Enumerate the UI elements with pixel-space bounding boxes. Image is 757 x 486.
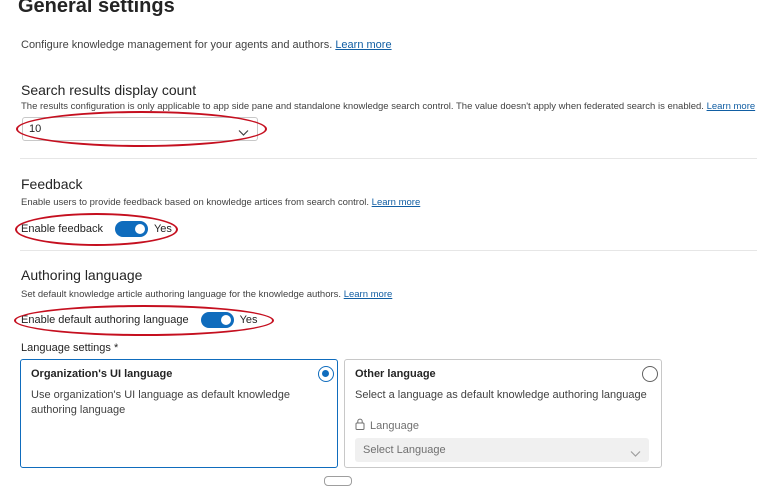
display-count-select[interactable]: 10 <box>22 117 258 141</box>
other-language-card[interactable]: Other language Select a language as defa… <box>344 359 662 468</box>
language-select-placeholder: Select Language <box>363 444 446 456</box>
org-ui-language-card[interactable]: Organization's UI language Use organizat… <box>20 359 338 468</box>
feedback-learn-more-link[interactable]: Learn more <box>372 197 421 208</box>
enable-feedback-label: Enable feedback <box>21 223 103 235</box>
org-ui-language-radio[interactable] <box>318 366 334 382</box>
enable-authoring-language-row: Enable default authoring language Yes <box>21 312 258 328</box>
search-results-title: Search results display count <box>21 82 197 98</box>
search-results-learn-more-link[interactable]: Learn more <box>707 101 756 112</box>
authoring-language-title: Authoring language <box>21 267 143 283</box>
enable-authoring-language-label: Enable default authoring language <box>21 314 189 326</box>
org-ui-language-description: Use organization's UI language as defaul… <box>31 389 290 416</box>
enable-feedback-state: Yes <box>153 223 172 235</box>
org-ui-language-title: Organization's UI language <box>31 368 173 380</box>
intro-text: Configure knowledge management for your … <box>21 39 392 51</box>
page-title: General settings <box>18 0 175 17</box>
lock-icon <box>355 417 365 435</box>
intro-learn-more-link[interactable]: Learn more <box>335 39 391 51</box>
enable-authoring-language-toggle[interactable] <box>200 312 234 328</box>
language-settings-label: Language settings * <box>21 342 119 354</box>
display-count-value: 10 <box>29 123 42 135</box>
search-results-description: The results configuration is only applic… <box>21 101 756 112</box>
toggle-knob <box>220 315 231 325</box>
partial-button[interactable] <box>324 476 352 486</box>
intro-description: Configure knowledge management for your … <box>21 39 333 51</box>
language-field-label: Language <box>370 420 419 432</box>
chevron-down-icon <box>630 445 641 463</box>
language-field-label-row: Language <box>355 417 419 435</box>
enable-authoring-language-state: Yes <box>239 314 258 326</box>
feedback-description: Enable users to provide feedback based o… <box>21 197 421 208</box>
feedback-title: Feedback <box>21 176 83 192</box>
section-divider <box>20 250 757 251</box>
authoring-language-learn-more-link[interactable]: Learn more <box>344 289 393 300</box>
language-select-disabled: Select Language <box>355 438 649 462</box>
section-divider <box>20 158 757 159</box>
required-marker: * <box>113 342 119 354</box>
enable-feedback-toggle[interactable] <box>114 221 148 237</box>
enable-feedback-row: Enable feedback Yes <box>21 221 172 237</box>
chevron-down-icon <box>238 124 249 142</box>
authoring-language-description: Set default knowledge article authoring … <box>21 289 393 300</box>
other-language-title: Other language <box>355 368 436 380</box>
other-language-description: Select a language as default knowledge a… <box>355 389 647 401</box>
toggle-knob <box>134 224 145 234</box>
other-language-radio[interactable] <box>642 366 658 382</box>
